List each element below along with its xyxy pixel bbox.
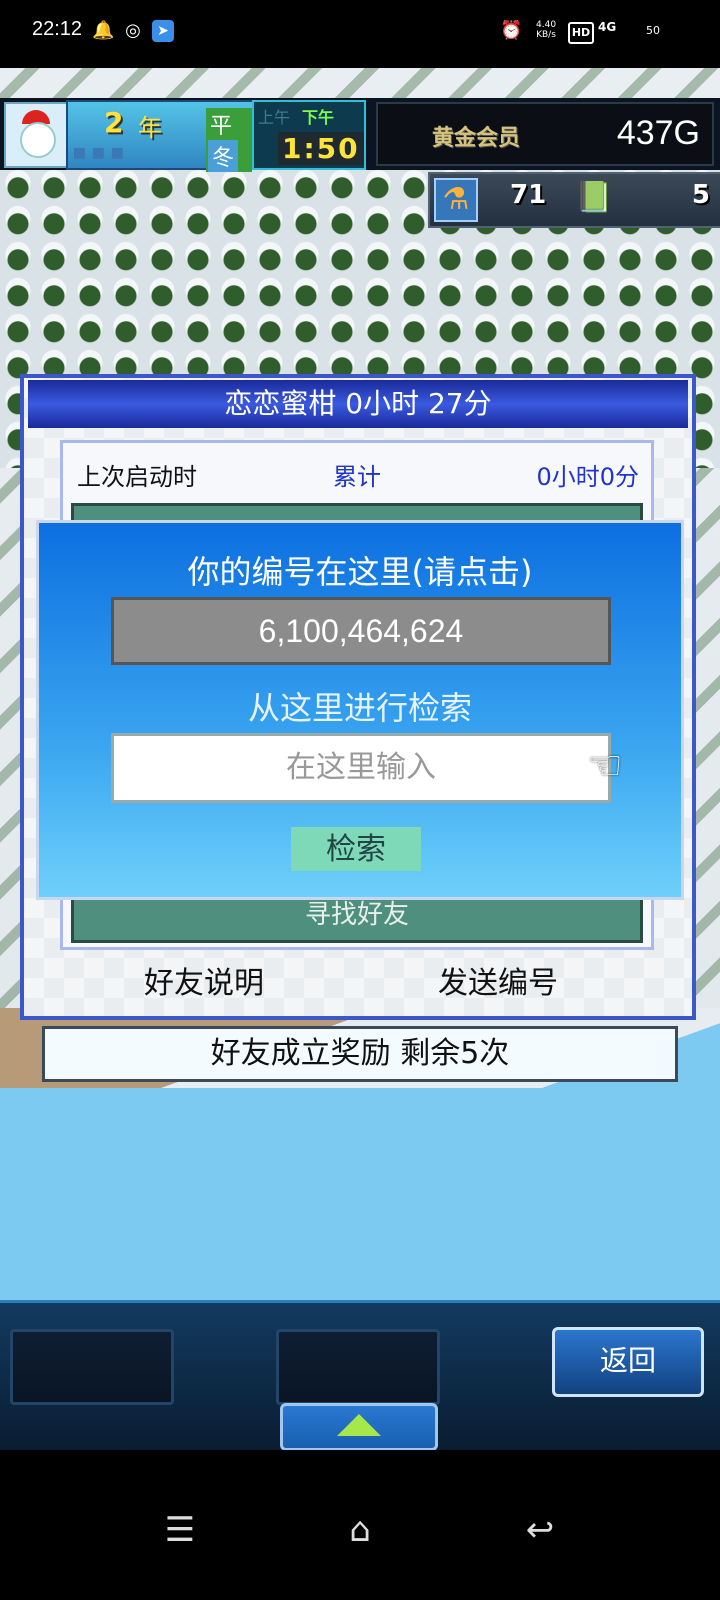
browser-notification-icon: ◎ [125, 20, 141, 41]
empty-slot-left[interactable] [10, 1329, 174, 1405]
search-button[interactable]: 检索 [291, 827, 421, 871]
back-nav-icon[interactable]: ↩ [510, 1510, 570, 1550]
pm-label: 下午 [302, 108, 335, 127]
pointing-hand-icon: ☜ [587, 743, 623, 789]
status-bar: 22:12 🔔 ◎ ➤ ⏰ 4.40 KB/s HD 4G 50 [0, 0, 720, 68]
research-points: 71 [510, 180, 547, 210]
system-nav-bar: ☰ ⌂ ↩ [0, 1450, 720, 1600]
send-id-button[interactable]: 发送编号 [438, 958, 558, 1002]
menu-icon[interactable]: ☰ [150, 1510, 210, 1550]
network-speed: 4.40 KB/s [536, 20, 557, 40]
qq-notification-icon: 🔔 [92, 20, 115, 41]
total-label: 累计 [333, 463, 381, 491]
expand-menu-button[interactable] [280, 1403, 438, 1451]
status-time: 22:12 [32, 18, 83, 40]
resource-bar: ⚗ 71 📗 5 [428, 172, 720, 228]
member-panel[interactable]: 黄金会员 437G [376, 102, 714, 166]
friend-explain-button[interactable]: 好友说明 [144, 958, 264, 1002]
year-label: 年 [138, 114, 162, 142]
search-label: 从这里进行检索 [247, 689, 472, 727]
last-launch-label: 上次启动时 [77, 463, 197, 491]
gold-amount: 437G [616, 114, 700, 152]
game-time: 1:50 [278, 132, 364, 165]
date-panel: 2 年 平日 ▪▪▪ 冬 [66, 100, 254, 172]
book-count: 5 [691, 180, 710, 210]
snowman-avatar[interactable] [4, 102, 68, 168]
dialog-title: 恋恋蜜柑 0小时 27分 [28, 380, 688, 428]
top-hud: 2 年 平日 ▪▪▪ 冬 上午 下午 1:50 黄金会员 437G [0, 98, 720, 172]
flask-icon: ⚗ [434, 178, 478, 222]
my-id-box[interactable]: 6,100,464,624 [111, 597, 611, 665]
am-label: 上午 [258, 108, 291, 127]
bottom-control-bar: 返回 [0, 1300, 720, 1453]
up-arrow-icon [337, 1414, 381, 1436]
empty-slot-middle[interactable] [276, 1329, 440, 1405]
book-icon: 📗 [575, 180, 613, 215]
hd-icon: HD [568, 22, 594, 44]
friend-reward-bar: 好友成立奖励 剩余5次 [42, 1026, 678, 1082]
clock-panel: 上午 下午 1:50 [252, 100, 366, 170]
friend-id-input[interactable] [111, 733, 611, 803]
alarm-icon: ⏰ [500, 20, 523, 41]
snowman-icon [20, 122, 56, 158]
member-label: 黄金会员 [432, 126, 521, 151]
back-button[interactable]: 返回 [552, 1327, 704, 1397]
search-popup: 你的编号在这里(请点击) 6,100,464,624 从这里进行检索 ☜ 检索 [36, 520, 684, 900]
season-track: ▪▪▪ [72, 140, 129, 165]
popup-header: 你的编号在这里(请点击) [187, 553, 533, 591]
home-icon[interactable]: ⌂ [330, 1510, 390, 1550]
battery-icon: 50 [646, 24, 660, 37]
signal-icon: 4G [598, 20, 617, 34]
total-value: 0小时0分 [536, 463, 639, 491]
app-notification-icon: ➤ [152, 20, 174, 42]
season-label: 冬 [208, 140, 239, 172]
year-number: 2 [104, 106, 124, 139]
